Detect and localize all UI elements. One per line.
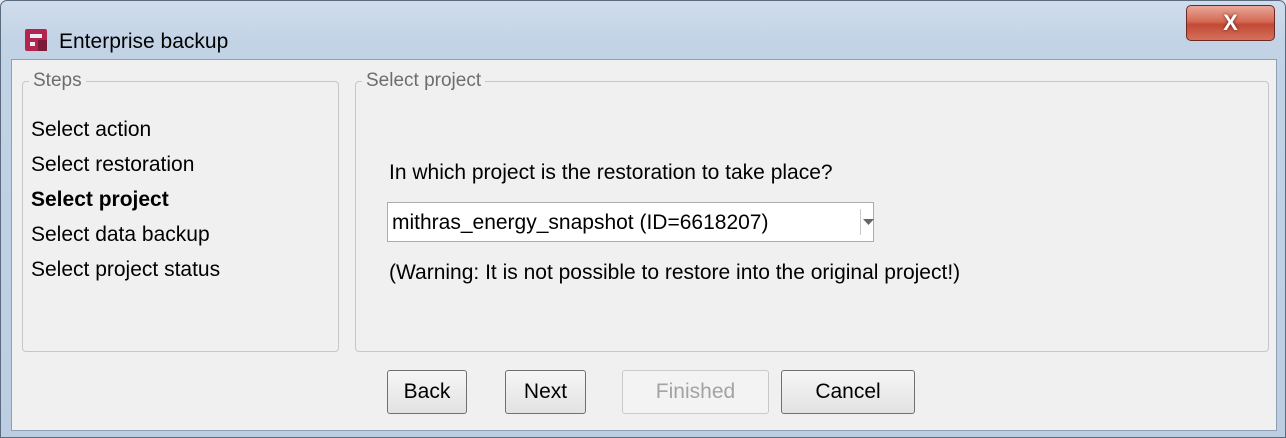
title-bar[interactable]: Enterprise backup X — [1, 1, 1285, 59]
close-button[interactable]: X — [1186, 5, 1275, 41]
finished-button[interactable]: Finished — [622, 370, 769, 414]
select-project-legend: Select project — [362, 70, 486, 92]
select-project-panel: Select project In which project is the r… — [355, 70, 1269, 352]
dialog-content: Steps Select action Select restoration S… — [11, 59, 1277, 431]
window-title: Enterprise backup — [59, 30, 229, 53]
cancel-button[interactable]: Cancel — [781, 370, 915, 414]
back-button[interactable]: Back — [387, 370, 467, 414]
step-select-data-backup: Select data backup — [31, 223, 210, 246]
step-select-project: Select project — [31, 188, 169, 211]
restore-warning: (Warning: It is not possible to restore … — [389, 261, 961, 284]
project-select-value: mithras_energy_snapshot (ID=6618207) — [392, 211, 769, 234]
app-logo-icon — [25, 29, 47, 51]
steps-legend: Steps — [29, 70, 86, 92]
dropdown-arrow-icon[interactable] — [862, 203, 874, 241]
combo-divider — [860, 209, 861, 235]
next-button[interactable]: Next — [505, 370, 586, 414]
project-question: In which project is the restoration to t… — [389, 161, 833, 184]
step-select-restoration: Select restoration — [31, 153, 195, 176]
step-select-project-status: Select project status — [31, 258, 221, 281]
dialog-window: Enterprise backup X Steps Select action … — [0, 0, 1286, 438]
step-select-action: Select action — [31, 118, 152, 141]
project-select[interactable]: mithras_energy_snapshot (ID=6618207) — [387, 202, 874, 242]
steps-panel: Steps Select action Select restoration S… — [22, 70, 339, 352]
